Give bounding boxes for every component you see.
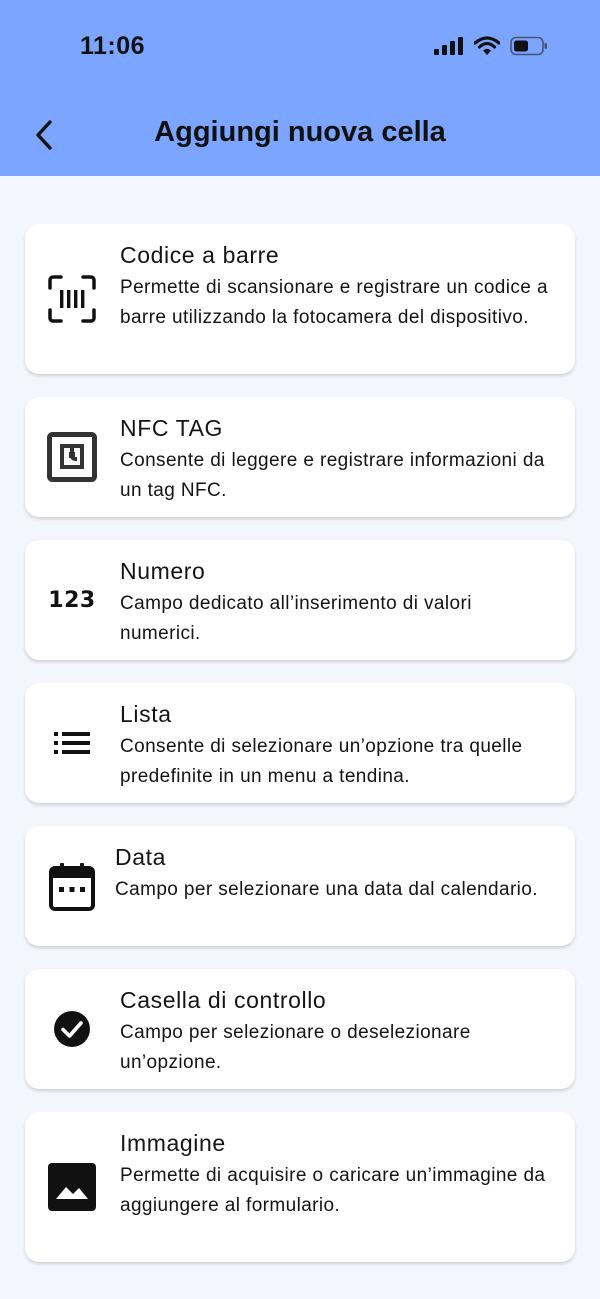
page-title: Aggiungi nuova cella — [154, 116, 446, 148]
status-time: 11:06 — [80, 32, 146, 60]
check-circle-icon — [54, 1011, 90, 1047]
cell-type-description: Campo dedicato all’inserimento di valori… — [120, 593, 472, 644]
cell-type-nfc[interactable]: NFC TAG Consente di leggere e registrare… — [25, 397, 575, 517]
cell-type-list: Codice a barre Permette di scansionare e… — [25, 224, 575, 1285]
cell-type-description: Campo per selezionare una data dal calen… — [115, 879, 538, 900]
cell-type-label: Immagine — [120, 1130, 226, 1156]
list-icon — [54, 732, 90, 754]
cell-type-number[interactable]: 123 Numero Campo dedicato all’inseriment… — [25, 540, 575, 660]
battery-icon — [510, 36, 547, 56]
wifi-icon — [474, 36, 500, 55]
cell-type-description: Permette di acquisire o caricare un’imma… — [120, 1165, 546, 1216]
app-header: 11:06 Aggiungi nuova cella — [0, 0, 600, 176]
nfc-icon — [47, 432, 97, 482]
image-icon — [48, 1163, 96, 1211]
cell-type-description: Consente di leggere e registrare informa… — [120, 450, 545, 501]
cell-type-label: NFC TAG — [120, 415, 224, 441]
cell-type-label: Data — [115, 844, 166, 870]
cell-type-checkbox[interactable]: Casella di controllo Campo per seleziona… — [25, 969, 575, 1089]
cell-type-label: Numero — [120, 558, 206, 584]
numbers-icon: 123 — [48, 587, 96, 613]
status-icons — [434, 36, 548, 56]
cell-type-label: Casella di controllo — [120, 987, 327, 1013]
cell-type-label: Lista — [120, 701, 172, 727]
cell-type-image[interactable]: Immagine Permette di acquisire o caricar… — [25, 1112, 575, 1262]
cell-type-description: Permette di scansionare e registrare un … — [120, 277, 548, 328]
barcode-scan-icon — [48, 275, 96, 323]
calendar-icon — [49, 863, 95, 911]
cell-type-label: Codice a barre — [120, 242, 280, 268]
cell-type-description: Campo per selezionare o deselezionare un… — [120, 1022, 471, 1073]
cellular-signal-icon — [434, 37, 463, 55]
cell-type-barcode[interactable]: Codice a barre Permette di scansionare e… — [25, 224, 575, 374]
cell-type-date[interactable]: Data Campo per selezionare una data dal … — [25, 826, 575, 946]
cell-type-list-option[interactable]: Lista Consente di selezionare un’opzione… — [25, 683, 575, 803]
cell-type-description: Consente di selezionare un’opzione tra q… — [120, 736, 523, 787]
